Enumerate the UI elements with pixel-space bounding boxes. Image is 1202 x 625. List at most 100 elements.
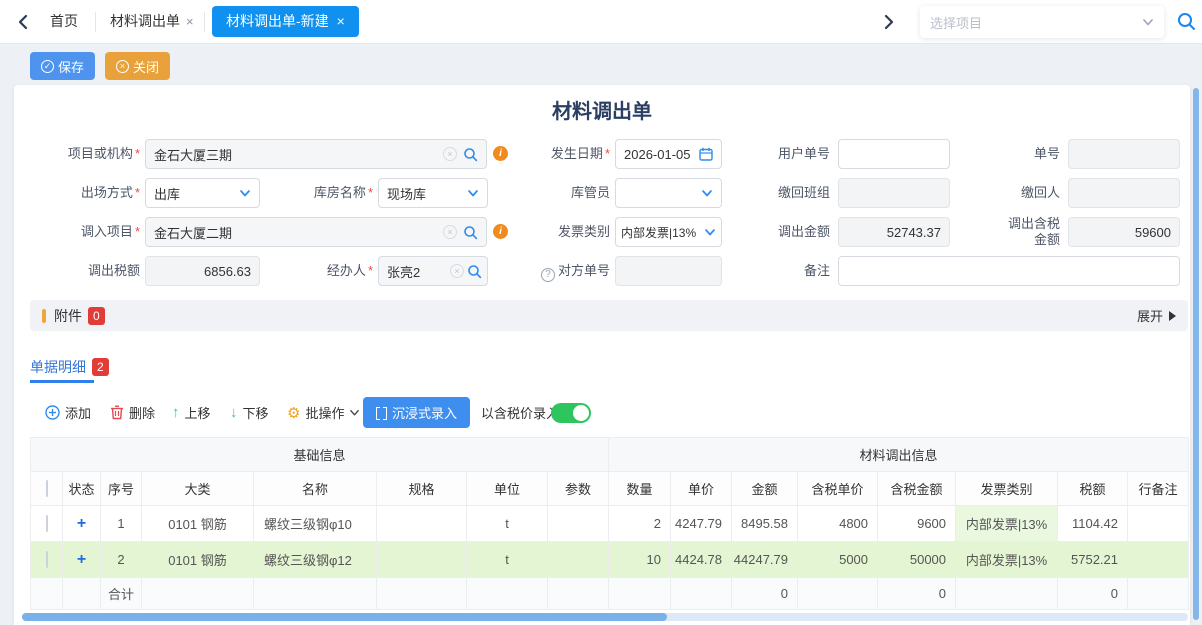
close-tab-icon[interactable]: ×: [337, 13, 345, 29]
total-tax: 0: [1058, 578, 1128, 610]
clear-icon[interactable]: ×: [450, 264, 464, 278]
cell-seq: 1: [101, 506, 142, 542]
col-amount: 金额: [732, 472, 798, 506]
check-circle-icon: ✓: [41, 60, 54, 73]
cell-category[interactable]: 0101 钢筋: [142, 542, 254, 578]
horizontal-scrollbar-track[interactable]: [22, 613, 1188, 621]
clear-icon[interactable]: ×: [443, 147, 457, 161]
cell-param[interactable]: [548, 506, 609, 542]
handler-field[interactable]: 张亮2 ×: [378, 256, 488, 286]
row-checkbox[interactable]: [46, 551, 48, 568]
delete-row-button[interactable]: 删除: [110, 397, 155, 428]
remark-field[interactable]: [838, 256, 1180, 286]
cell-tax-amount[interactable]: 9600: [878, 506, 956, 542]
batch-operation-button[interactable]: ⚙ 批操作: [287, 397, 360, 428]
vertical-scrollbar-thumb[interactable]: [1193, 88, 1199, 620]
cell-row-note[interactable]: [1128, 506, 1189, 542]
invoice-type-select[interactable]: 内部发票|13%: [615, 217, 722, 247]
cell-category[interactable]: 0101 钢筋: [142, 506, 254, 542]
tab-home-label: 首页: [50, 13, 78, 29]
cell-price[interactable]: 4247.79: [671, 506, 732, 542]
tax-entry-label: 以含税价录入: [481, 397, 559, 428]
clear-icon[interactable]: ×: [443, 225, 457, 239]
user-no-field[interactable]: [838, 139, 950, 169]
arrow-down-icon: ↓: [230, 404, 238, 421]
chevron-left-icon[interactable]: [14, 12, 34, 32]
cell-spec[interactable]: [377, 506, 467, 542]
add-label: 添加: [65, 403, 91, 422]
project-select-placeholder: 选择项目: [930, 13, 1142, 32]
search-icon[interactable]: [463, 225, 478, 240]
label-keeper: 库管员: [530, 178, 610, 208]
row-checkbox[interactable]: [46, 515, 48, 532]
calendar-icon[interactable]: [699, 147, 713, 161]
cell-amount[interactable]: 44247.79: [732, 542, 798, 578]
expand-row-icon[interactable]: +: [77, 515, 86, 532]
cell-param[interactable]: [548, 542, 609, 578]
chevron-down-icon: [467, 187, 479, 199]
cell-unit[interactable]: t: [467, 542, 548, 578]
out-method-select[interactable]: 出库: [145, 178, 260, 208]
cell-name[interactable]: 螺纹三级钢φ12: [254, 542, 377, 578]
cell-row-note[interactable]: [1128, 542, 1189, 578]
col-qty: 数量: [609, 472, 671, 506]
tab-material-transfer-list[interactable]: 材料调出单×: [96, 0, 208, 43]
table-row: + 1 0101 钢筋 螺纹三级钢φ10 t 2 4247.79 8495.58…: [31, 506, 1189, 542]
save-button-label: 保存: [58, 57, 84, 76]
cell-spec[interactable]: [377, 542, 467, 578]
in-project-field[interactable]: 金石大厦二期 ×: [145, 217, 487, 247]
move-down-button[interactable]: ↓ 下移: [230, 397, 269, 428]
cell-tax[interactable]: 1104.42: [1058, 506, 1128, 542]
cell-tax-price[interactable]: 4800: [798, 506, 878, 542]
cell-unit[interactable]: t: [467, 506, 548, 542]
total-amount: 0: [732, 578, 798, 610]
add-row-button[interactable]: 添加: [45, 397, 91, 428]
return-person-field: [1068, 178, 1180, 208]
project-field[interactable]: 金石大厦三期 ×: [145, 139, 487, 169]
tab-material-transfer-new-active[interactable]: 材料调出单-新建×: [212, 6, 359, 37]
save-button[interactable]: ✓ 保存: [30, 52, 95, 80]
date-field[interactable]: 2026-01-05: [615, 139, 722, 169]
cell-qty[interactable]: 10: [609, 542, 671, 578]
search-icon[interactable]: [1176, 11, 1197, 32]
cell-qty[interactable]: 2: [609, 506, 671, 542]
tax-price-toggle[interactable]: [551, 403, 591, 423]
col-price: 单价: [671, 472, 732, 506]
close-button[interactable]: × 关闭: [105, 52, 170, 80]
keeper-select[interactable]: [615, 178, 722, 208]
question-icon[interactable]: ?: [541, 268, 555, 282]
out-tax-field: 6856.63: [145, 256, 260, 286]
label-out-amount-with-tax: 调出含税金额: [1004, 213, 1060, 243]
attachment-bar[interactable]: 附件 0 展开: [30, 300, 1188, 331]
chevron-down-icon: [349, 407, 360, 418]
tab-detail[interactable]: 单据明细 2: [30, 357, 109, 377]
chevron-right-icon[interactable]: [878, 12, 898, 32]
col-row-note: 行备注: [1128, 472, 1189, 506]
cell-price[interactable]: 4424.78: [671, 542, 732, 578]
search-icon[interactable]: [467, 264, 482, 279]
cell-name[interactable]: 螺纹三级钢φ10: [254, 506, 377, 542]
cell-seq: 2: [101, 542, 142, 578]
close-tab-icon[interactable]: ×: [186, 14, 194, 29]
cell-tax-amount[interactable]: 50000: [878, 542, 956, 578]
expand-row-icon[interactable]: +: [77, 551, 86, 568]
horizontal-scrollbar-thumb[interactable]: [22, 613, 667, 621]
expand-button[interactable]: 展开: [1137, 306, 1176, 325]
info-icon[interactable]: i: [493, 224, 508, 239]
cell-tax[interactable]: 5752.21: [1058, 542, 1128, 578]
tab-bar: 首页 材料调出单× 材料调出单-新建× 选择项目: [0, 0, 1202, 44]
select-all-checkbox[interactable]: [46, 480, 48, 497]
info-icon[interactable]: i: [493, 146, 508, 161]
label-user-no: 用户单号: [750, 139, 830, 169]
tab-home[interactable]: 首页: [36, 0, 92, 43]
cell-tax-price[interactable]: 5000: [798, 542, 878, 578]
cell-amount[interactable]: 8495.58: [732, 506, 798, 542]
search-icon[interactable]: [463, 147, 478, 162]
cell-invoice-type[interactable]: 内部发票|13%: [956, 506, 1058, 542]
project-select[interactable]: 选择项目: [920, 6, 1164, 38]
move-up-button[interactable]: ↑ 上移: [172, 397, 211, 428]
label-return-team: 缴回班组: [750, 178, 830, 208]
immersive-entry-button[interactable]: 沉浸式录入: [363, 397, 470, 428]
cell-invoice-type[interactable]: 内部发票|13%: [956, 542, 1058, 578]
warehouse-select[interactable]: 现场库: [378, 178, 488, 208]
